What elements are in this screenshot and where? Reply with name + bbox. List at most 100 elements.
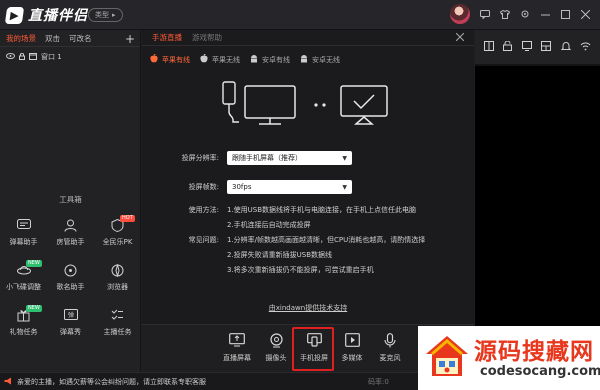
tech-support-link[interactable]: 由xindawn提供技术支持 bbox=[142, 303, 474, 313]
tool-gift-task[interactable]: NEW 礼物任务 bbox=[0, 302, 47, 347]
tool-streamer-task[interactable]: 主播任务 bbox=[94, 302, 141, 347]
usage-line: 1.使用USB数据线将手机与电脑连接，在手机上点信任此电脑 bbox=[227, 206, 417, 214]
title-bar: ▶ 直播伴侣 类型 ▸ bbox=[0, 0, 600, 30]
tab-android-wireless[interactable]: 安卓无线 bbox=[300, 54, 340, 66]
grid-icon[interactable] bbox=[541, 40, 552, 54]
watermark: 源码搜藏网 codesocang.com bbox=[418, 326, 600, 390]
media-icon bbox=[343, 331, 361, 349]
scene-sidebar: 我的场景 双击 可改名 + 窗口 1 工具箱 弹幕助手 房管助手 HOT 全民乐… bbox=[0, 30, 141, 372]
tool-label: 弹幕助手 bbox=[9, 238, 38, 246]
right-panel bbox=[475, 30, 600, 372]
faq-block: 常见问题: 1.分辨率/帧数越高画面越清晰，但CPU消耗也越高，请酌情选择 2.… bbox=[174, 235, 426, 275]
person-icon bbox=[63, 217, 79, 233]
toolbar-label: 直播屏幕 bbox=[223, 354, 251, 362]
window-icon bbox=[29, 52, 37, 62]
avatar[interactable] bbox=[450, 4, 470, 24]
scene-tabs: 我的场景 双击 可改名 + bbox=[0, 30, 140, 47]
tool-label: 弹幕秀 bbox=[60, 328, 81, 336]
tool-browser[interactable]: 浏览器 bbox=[94, 257, 141, 302]
layout-icon[interactable] bbox=[483, 40, 494, 54]
tab-rename[interactable]: 可改名 bbox=[69, 33, 92, 44]
tab-mobile-live[interactable]: 手游直播 bbox=[152, 32, 182, 43]
shirt-icon[interactable] bbox=[498, 6, 512, 22]
resolution-label: 投屏分辨率: bbox=[181, 154, 219, 162]
lock-icon[interactable] bbox=[19, 52, 25, 62]
app-logo: ▶ 直播伴侣 bbox=[4, 5, 88, 25]
resolution-select[interactable]: 跟随手机屏幕（推荐） ▼ bbox=[227, 151, 352, 165]
tab-android-wired[interactable]: 安卓有线 bbox=[250, 54, 290, 66]
tool-label: 礼物任务 bbox=[9, 328, 38, 336]
wifi-icon[interactable] bbox=[580, 41, 591, 54]
toolbar-label: 麦克风 bbox=[379, 354, 401, 362]
scene-item[interactable]: 窗口 1 bbox=[0, 50, 140, 64]
tool-label: 小飞碟调整 bbox=[6, 283, 41, 291]
apple-icon bbox=[200, 53, 208, 66]
dots-illustration-icon bbox=[314, 103, 326, 107]
tab-double-click[interactable]: 双击 bbox=[45, 33, 60, 44]
tool-label: 房管助手 bbox=[56, 238, 85, 246]
tool-pk[interactable]: HOT 全民乐PK bbox=[94, 212, 141, 257]
cast-method-tabs: 苹果有线 苹果无线 安卓有线 安卓无线 bbox=[142, 50, 474, 70]
tool-label: 歌名助手 bbox=[56, 283, 85, 291]
tab-apple-wired[interactable]: 苹果有线 bbox=[150, 53, 190, 66]
tool-label: 主播任务 bbox=[103, 328, 132, 336]
faq-label: 常见问题: bbox=[188, 236, 219, 244]
message-icon[interactable] bbox=[478, 6, 492, 22]
eye-icon[interactable] bbox=[6, 53, 15, 61]
apple-icon bbox=[150, 53, 158, 66]
logo-mark-icon: ▶ bbox=[4, 6, 25, 24]
add-scene-button[interactable]: + bbox=[125, 32, 135, 46]
tab-label: 安卓有线 bbox=[262, 56, 290, 64]
chevron-down-icon: ▼ bbox=[342, 154, 347, 162]
right-toolbar bbox=[475, 30, 600, 64]
svg-text:弹: 弹 bbox=[67, 311, 73, 319]
toolbar-label: 摄像头 bbox=[265, 354, 287, 362]
usage-label: 使用方法: bbox=[188, 206, 219, 214]
fps-label: 投屏帧数: bbox=[188, 183, 219, 191]
new-badge: NEW bbox=[26, 305, 42, 312]
usage-block: 使用方法: 1.使用USB数据线将手机与电脑连接，在手机上点信任此电脑 2.手机… bbox=[174, 205, 416, 230]
add-mic-button[interactable]: 麦克风 bbox=[368, 331, 412, 363]
tool-danmu-show[interactable]: 弹 弹幕秀 bbox=[47, 302, 94, 347]
close-icon[interactable] bbox=[578, 6, 592, 22]
tool-room-manager[interactable]: 房管助手 bbox=[47, 212, 94, 257]
fps-value: 30fps bbox=[232, 183, 252, 191]
play-icon: ▸ bbox=[112, 11, 116, 19]
type-label: 类型 bbox=[95, 11, 109, 19]
music-icon bbox=[63, 262, 79, 278]
fps-select[interactable]: 30fps ▼ bbox=[227, 180, 352, 194]
settings-icon[interactable] bbox=[518, 6, 532, 22]
lock-icon[interactable] bbox=[503, 40, 513, 54]
watermark-title: 源码搜藏网 bbox=[474, 339, 594, 365]
minimize-icon[interactable] bbox=[538, 6, 552, 22]
faq-line: 2.投屏失败请重新插拔USB数据线 bbox=[227, 251, 333, 259]
new-badge: NEW bbox=[26, 260, 42, 267]
bell-icon[interactable] bbox=[560, 41, 571, 54]
preview-area bbox=[475, 66, 600, 328]
bitrate-readout: 码率:0 bbox=[368, 377, 389, 386]
tool-label: 浏览器 bbox=[107, 283, 128, 291]
close-panel-button[interactable] bbox=[455, 31, 465, 44]
window-controls bbox=[478, 6, 592, 22]
screen-icon[interactable] bbox=[521, 40, 532, 54]
mode-tabs: 手游直播 游戏帮助 bbox=[142, 30, 474, 46]
monitor-illustration-icon bbox=[244, 85, 296, 125]
toolbar-label: 多媒体 bbox=[341, 354, 363, 362]
type-selector[interactable]: 类型 ▸ bbox=[88, 8, 123, 22]
tab-my-scene[interactable]: 我的场景 bbox=[6, 33, 36, 44]
status-message[interactable]: 亲爱的主播，如遇欠薪等公会纠纷问题，请立即联系专职客服 bbox=[17, 377, 206, 387]
maximize-icon[interactable] bbox=[558, 6, 572, 22]
tab-game-help[interactable]: 游戏帮助 bbox=[192, 32, 222, 43]
usage-line: 2.手机连接后自动完成投屏 bbox=[227, 221, 311, 229]
tool-ufo[interactable]: NEW 小飞碟调整 bbox=[0, 257, 47, 302]
tool-danmu-assistant[interactable]: 弹幕助手 bbox=[0, 212, 47, 257]
screen-check-illustration-icon bbox=[340, 85, 388, 125]
megaphone-icon bbox=[4, 377, 13, 387]
tool-song-assistant[interactable]: 歌名助手 bbox=[47, 257, 94, 302]
screen-icon bbox=[228, 331, 246, 349]
faq-line: 3.将多次重新插拔仍不能投屏，可尝试重启手机 bbox=[227, 266, 374, 274]
tab-apple-wireless[interactable]: 苹果无线 bbox=[200, 53, 240, 66]
phone-illustration-icon bbox=[222, 81, 239, 123]
phone-cast-panel: 手游直播 游戏帮助 苹果有线 苹果无线 安卓有线 安卓无线 投屏分辨率: 跟随手… bbox=[142, 30, 474, 324]
add-live-screen-button[interactable]: 直播屏幕 bbox=[215, 331, 259, 363]
